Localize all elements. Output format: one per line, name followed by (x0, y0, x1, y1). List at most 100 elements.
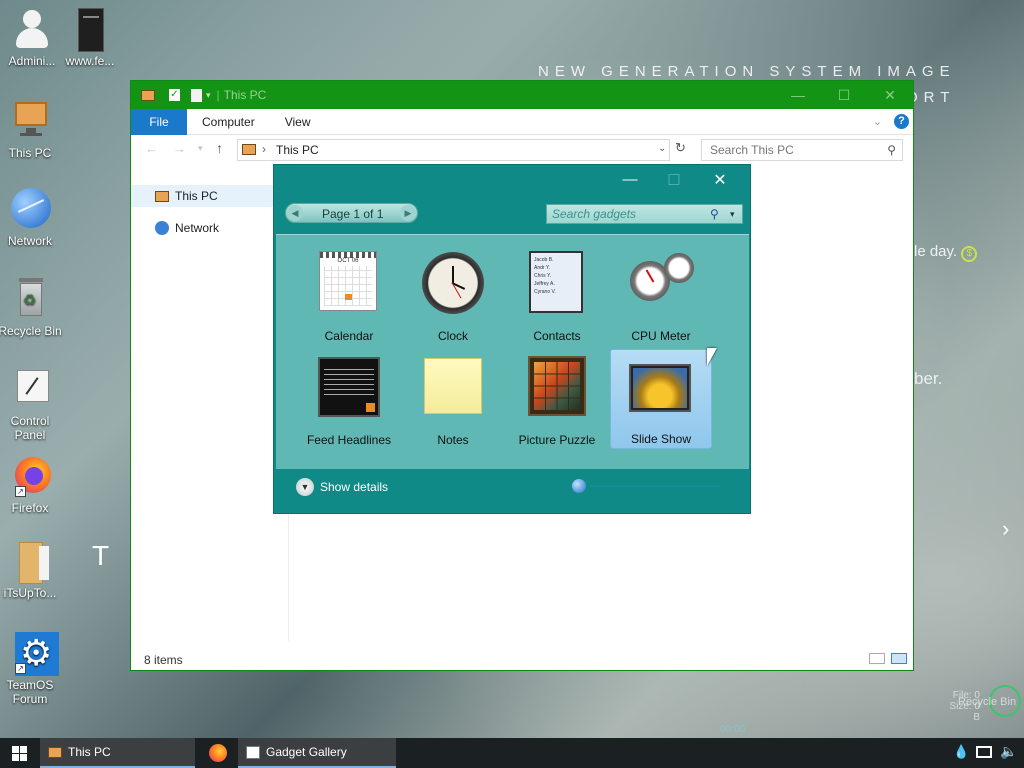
gadget-label: Clock (437, 329, 468, 343)
details-view-icon[interactable] (869, 653, 885, 664)
search-input[interactable]: Search This PC ⚲ (701, 139, 903, 161)
chevron-down-icon[interactable]: ▾ (730, 205, 735, 223)
volume-icon[interactable]: 🔈 (1000, 743, 1017, 760)
taskbar-item-gadget-gallery[interactable]: Gadget Gallery (238, 738, 396, 768)
wallpaper-text: NEW GENERATION SYSTEM IMAGE (538, 63, 956, 80)
search-icon: ⚲ (887, 143, 896, 157)
search-placeholder: Search gadgets (552, 207, 637, 221)
taskbar-label: This PC (68, 745, 111, 759)
checkmark-icon[interactable]: ✓ (169, 89, 180, 101)
gadget-notes[interactable]: Notes (402, 349, 504, 449)
desktop-icon-label: Recycle Bin (0, 324, 62, 338)
recycle-bin-corner-label: Recycle Bin (958, 696, 1017, 708)
taskbar-item-this-pc[interactable]: This PC (40, 738, 195, 768)
desktop-icon-control-panel[interactable]: Control Panel (0, 368, 62, 442)
explorer-titlebar: ✓ ▾ | This PC — ☐ ✕ (131, 81, 913, 109)
address-field[interactable]: › This PC ⌄ (237, 139, 670, 161)
desktop-icon-www[interactable]: www.fe... (58, 8, 122, 68)
explorer-title: This PC (223, 88, 267, 102)
close-button[interactable]: ✕ (697, 170, 743, 190)
gadget-clock[interactable]: Clock (402, 245, 504, 345)
nav-label: This PC (175, 189, 218, 203)
memory-meter-icon (664, 253, 694, 283)
new-folder-icon[interactable] (191, 88, 202, 102)
computer-icon (141, 89, 155, 101)
desktop-icon-this-pc[interactable]: This PC (0, 100, 62, 160)
next-page-button[interactable]: ▶ (400, 205, 416, 221)
gadget-cpu-meter[interactable]: CPU Meter (610, 245, 712, 345)
contacts-icon: Jacob B. Andr Y. Chris Y. Jeffrey A. Cyr… (529, 251, 583, 313)
previous-page-button[interactable]: ◀ (287, 205, 303, 221)
computer-icon (242, 144, 256, 155)
desktop-icon-firefox[interactable]: ↗ Firefox (0, 455, 62, 515)
firefox-icon (209, 744, 227, 762)
folder-icon (9, 540, 51, 584)
minimize-button[interactable]: — (607, 171, 653, 188)
forward-arrow-icon[interactable]: → (173, 141, 186, 156)
expand-ribbon-icon[interactable]: ⌄ (873, 115, 882, 128)
gear-icon: ⚙ ↗ (9, 632, 59, 676)
start-button[interactable] (0, 738, 38, 768)
water-drop-icon[interactable]: 💧 (953, 744, 969, 760)
up-arrow-icon[interactable]: ↑ (216, 140, 223, 156)
tab-computer[interactable]: Computer (187, 109, 270, 135)
maximize-button[interactable]: ☐ (821, 87, 867, 104)
page-pager: ◀ Page 1 of 1 ▶ (285, 203, 418, 223)
user-icon (11, 8, 53, 50)
gadget-picture-puzzle[interactable]: Picture Puzzle (506, 349, 608, 449)
calendar-icon: OCT 06 (319, 251, 377, 311)
network-icon (9, 188, 51, 230)
nav-label: Network (175, 221, 220, 235)
help-icon[interactable]: ? (894, 114, 909, 129)
gadget-label: CPU Meter (631, 329, 691, 343)
gadget-gallery-window: — ☐ ✕ ◀ Page 1 of 1 ▶ Search gadgets ⚲ ▾… (273, 164, 751, 514)
computer-icon (155, 190, 169, 202)
address-bar-row: ← → ▾ ↑ › This PC ⌄ ↻ Search This PC ⚲ (131, 135, 913, 165)
clock-icon (422, 252, 484, 314)
notes-icon (424, 358, 482, 414)
gadget-calendar[interactable]: OCT 06 Calendar (298, 245, 400, 345)
desktop-icon-admin[interactable]: Admini... (0, 8, 64, 68)
show-details-label: Show details (320, 480, 389, 494)
show-details-toggle[interactable]: ▼ Show details (296, 478, 388, 496)
gadget-gallery-icon (246, 745, 260, 759)
network-status-icon[interactable] (976, 746, 992, 758)
chevron-down-icon[interactable]: ▾ (206, 90, 211, 101)
search-icon: ⚲ (710, 207, 719, 221)
minimize-button[interactable]: — (775, 87, 821, 103)
close-button[interactable]: ✕ (867, 87, 913, 104)
gadget-feed-headlines[interactable]: Feed Headlines (298, 349, 400, 449)
gadget-slide-show[interactable]: Slide Show (610, 349, 712, 449)
desktop-icon-network[interactable]: Network (0, 188, 62, 248)
desktop-icon-recycle-bin[interactable]: ♻ Recycle Bin (0, 278, 62, 338)
gadget-search-input[interactable]: Search gadgets ⚲ ▾ (546, 204, 743, 224)
recycle-bin-icon: ♻ (9, 278, 51, 320)
slide-show-icon (629, 364, 691, 412)
large-icons-view-icon[interactable] (891, 653, 907, 664)
gadget-contacts[interactable]: Jacob B. Andr Y. Chris Y. Jeffrey A. Cyr… (506, 245, 608, 345)
back-arrow-icon[interactable]: ← (145, 141, 158, 156)
nav-item-network[interactable]: Network (131, 217, 288, 239)
wallpaper-ber-text: ber. (914, 369, 943, 388)
firefox-icon: ↗ (9, 455, 51, 497)
address-dropdown-icon[interactable]: ⌄ (658, 143, 666, 154)
wallpaper-day-text: le day. $ (914, 243, 978, 262)
computer-icon (48, 746, 62, 758)
get-more-gadgets-link[interactable] (590, 485, 720, 487)
windows-icon (11, 745, 27, 761)
recent-locations-icon[interactable]: ▾ (198, 143, 203, 154)
gadget-label: Notes (437, 433, 469, 447)
taskbar-item-firefox[interactable] (200, 738, 236, 768)
network-icon (155, 221, 169, 235)
desktop-icon-itsupto[interactable]: iTsUpTo... (0, 540, 62, 600)
desktop-icon-teamos[interactable]: ⚙ ↗ TeamOS Forum (0, 632, 62, 706)
money-icon: $ (961, 246, 978, 262)
tab-view[interactable]: View (270, 109, 326, 135)
nav-item-this-pc[interactable]: This PC (131, 185, 288, 207)
search-placeholder: Search This PC (710, 143, 794, 157)
maximize-button[interactable]: ☐ (651, 171, 697, 189)
desktop-icon-label: iTsUpTo... (3, 586, 57, 600)
refresh-icon[interactable]: ↻ (675, 140, 686, 156)
wallpaper-next-arrow[interactable]: › (1002, 516, 1009, 542)
tab-file[interactable]: File (131, 108, 187, 135)
